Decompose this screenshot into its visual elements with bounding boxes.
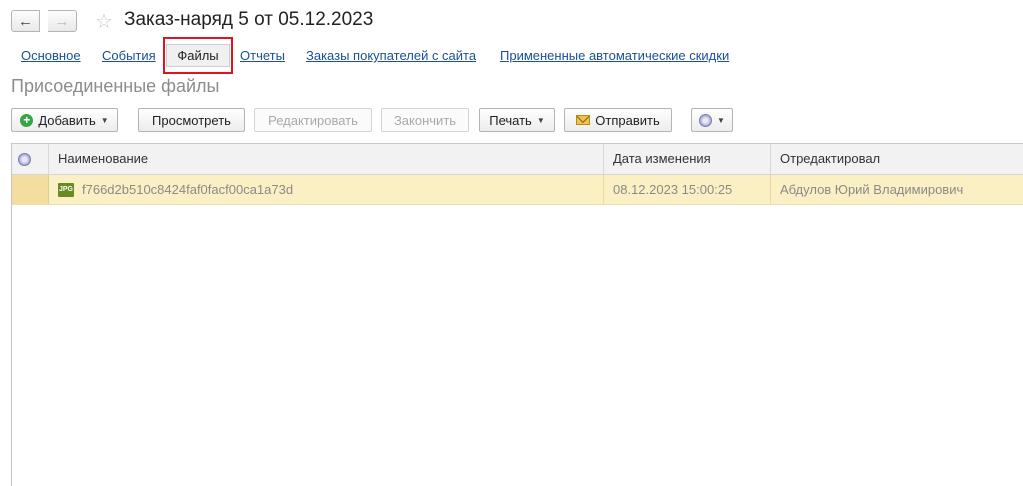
envelope-icon — [576, 115, 591, 125]
column-editor[interactable]: Отредактировал — [771, 144, 1023, 174]
chevron-down-icon: ▼ — [100, 115, 109, 125]
finish-button[interactable]: Закончить — [381, 108, 469, 132]
files-table: Наименование Дата изменения Отредактиров… — [11, 143, 1023, 486]
edit-button-label: Редактировать — [268, 112, 358, 128]
chevron-down-icon: ▼ — [536, 115, 545, 125]
print-button[interactable]: Печать ▼ — [479, 108, 555, 132]
send-button[interactable]: Отправить — [564, 108, 672, 132]
view-button[interactable]: Просмотреть — [138, 108, 245, 132]
tab-auto-discounts[interactable]: Примененные автоматические скидки — [500, 48, 729, 63]
tab-main[interactable]: Основное — [21, 48, 81, 63]
tab-site-orders[interactable]: Заказы покупателей с сайта — [306, 48, 476, 63]
tab-reports[interactable]: Отчеты — [240, 48, 285, 63]
send-button-label: Отправить — [595, 112, 660, 128]
row-marker — [12, 175, 49, 204]
more-actions-icon — [699, 113, 713, 127]
window-title: Заказ-наряд 5 от 05.12.2023 — [124, 9, 374, 30]
select-all-column[interactable] — [12, 144, 49, 174]
more-actions-button[interactable]: ▼ — [691, 108, 733, 132]
finish-button-label: Закончить — [393, 112, 457, 128]
file-name-cell: JPG f766d2b510c8424faf0facf00ca1a73d — [49, 175, 604, 204]
view-button-label: Просмотреть — [152, 112, 231, 128]
column-settings-icon — [18, 153, 31, 167]
edit-button[interactable]: Редактировать — [254, 108, 372, 132]
plus-circle-icon: + — [20, 113, 34, 127]
forward-button[interactable]: → — [48, 10, 77, 32]
modified-cell: 08.12.2023 15:00:25 — [604, 175, 771, 204]
section-title: Присоединенные файлы — [11, 76, 220, 96]
tab-files[interactable]: Файлы — [163, 37, 233, 74]
chevron-down-icon: ▼ — [717, 115, 725, 125]
editor-cell: Абдулов Юрий Владимирович — [780, 182, 964, 197]
add-button[interactable]: + Добавить ▼ — [11, 108, 118, 132]
jpg-file-icon: JPG — [58, 182, 74, 197]
arrow-left-icon: ← — [18, 12, 33, 30]
column-name[interactable]: Наименование — [49, 144, 604, 174]
table-row[interactable]: JPG f766d2b510c8424faf0facf00ca1a73d 08.1… — [12, 175, 1023, 205]
tab-events[interactable]: События — [102, 48, 156, 63]
file-name: f766d2b510c8424faf0facf00ca1a73d — [82, 182, 294, 197]
add-button-label: Добавить — [38, 112, 96, 128]
column-modified[interactable]: Дата изменения — [604, 144, 771, 174]
favorite-star-icon[interactable]: ☆ — [95, 9, 113, 34]
tab-files-label: Файлы — [166, 44, 230, 67]
arrow-right-icon: → — [54, 12, 70, 30]
table-header: Наименование Дата изменения Отредактиров… — [12, 144, 1023, 175]
print-button-label: Печать — [489, 112, 532, 128]
back-button[interactable]: ← — [11, 10, 40, 32]
